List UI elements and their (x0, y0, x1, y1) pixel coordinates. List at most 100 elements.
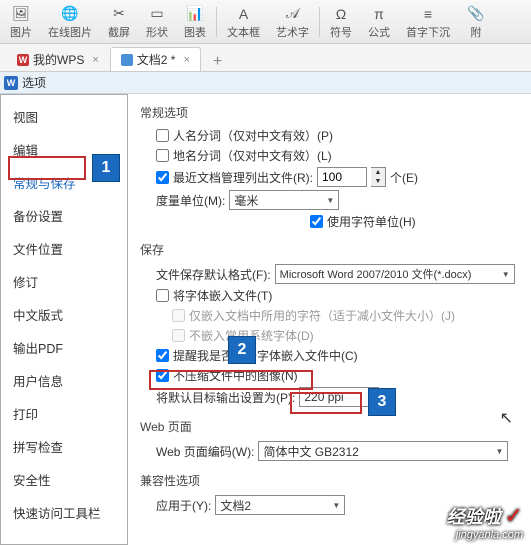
sidebar-item-user-info[interactable]: 用户信息 (1, 367, 127, 394)
chevron-down-icon[interactable]: ▼ (371, 177, 385, 186)
tool-dropcap[interactable]: ≡首字下沉 (400, 2, 456, 42)
tab-label: 文档2 * (137, 51, 176, 68)
options-header: W 选项 (0, 72, 531, 94)
label-recent-docs: 最近文档管理列出文件(R): (173, 169, 313, 186)
options-title: 选项 (22, 74, 46, 91)
tool-wordart[interactable]: 𝒜艺术字 (270, 2, 315, 42)
sidebar-item-backup[interactable]: 备份设置 (1, 202, 127, 229)
pi-icon: π (369, 4, 389, 24)
step-badge-3: 3 (368, 388, 396, 416)
label-embed-used-only: 仅嵌入文档中所用的字符（适于减小文件大小）(J) (189, 307, 455, 324)
checkbox-embed-fonts[interactable] (156, 289, 169, 302)
watermark-url: jingyanla.com (447, 529, 523, 541)
chevron-up-icon[interactable]: ▲ (371, 168, 385, 177)
textbox-icon: A (234, 4, 254, 24)
separator (216, 7, 217, 37)
close-icon[interactable]: × (183, 54, 189, 66)
tab-add-button[interactable]: + (201, 53, 234, 71)
sidebar-item-spellcheck[interactable]: 拼写检查 (1, 433, 127, 460)
sidebar-item-cn-layout[interactable]: 中文版式 (1, 301, 127, 328)
group-general: 常规选项 人名分词（仅对中文有效）(P) 地名分词（仅对中文有效）(L) 最近文… (140, 104, 523, 233)
options-body: 视图 编辑 常规与保存 备份设置 文件位置 修订 中文版式 输出PDF 用户信息… (0, 94, 531, 545)
sidebar-item-export-pdf[interactable]: 输出PDF (1, 334, 127, 361)
document-tabs: W 我的WPS × 文档2 * × + (0, 44, 531, 72)
tab-document[interactable]: 文档2 * × (110, 47, 201, 71)
group-title: 常规选项 (140, 104, 523, 121)
dropcap-icon: ≡ (418, 4, 438, 24)
chevron-down-icon: ▼ (502, 270, 510, 279)
group-save: 保存 文件保存默认格式(F): Microsoft Word 2007/2010… (140, 241, 523, 410)
label-default-format: 文件保存默认格式(F): (156, 266, 271, 283)
chevron-down-icon: ▼ (496, 447, 504, 456)
label-remind: 提醒我是否将云字体嵌入文件中(C) (173, 347, 358, 364)
chart-icon: 📊 (185, 4, 205, 24)
watermark-brand: 经验啦 (447, 507, 501, 527)
checkbox-recent-docs[interactable] (156, 171, 169, 184)
label-char-unit: 使用字符单位(H) (327, 213, 416, 230)
watermark: 经验啦 ✓ jingyanla.com (447, 503, 523, 541)
separator (319, 7, 320, 37)
group-title: 保存 (140, 241, 523, 258)
checkbox-place-split[interactable] (156, 149, 169, 162)
sidebar-item-security[interactable]: 安全性 (1, 466, 127, 493)
sidebar-item-file-location[interactable]: 文件位置 (1, 235, 127, 262)
tool-textbox[interactable]: A文本框 (221, 2, 266, 42)
sidebar-item-print[interactable]: 打印 (1, 400, 127, 427)
scissors-icon: ✂ (109, 4, 129, 24)
checkbox-char-unit[interactable] (310, 215, 323, 228)
label-embed-fonts: 将字体嵌入文件(T) (173, 287, 272, 304)
omega-icon: Ω (331, 4, 351, 24)
tool-attach[interactable]: 📎附 (460, 2, 492, 42)
shape-icon: ▭ (147, 4, 167, 24)
tool-shape[interactable]: ▭形状 (140, 2, 174, 42)
combo-measure-unit[interactable]: 毫米▼ (229, 190, 339, 210)
wps-logo-icon: W (17, 54, 29, 66)
step-badge-2: 2 (228, 336, 256, 364)
input-recent-docs-count[interactable] (317, 167, 367, 187)
group-web: Web 页面 Web 页面编码(W): 简体中文 GB2312▼ (140, 418, 523, 464)
tool-online-image[interactable]: 🌐在线图片 (42, 2, 98, 42)
chevron-down-icon: ▼ (332, 501, 340, 510)
sidebar-item-revision[interactable]: 修订 (1, 268, 127, 295)
label-no-compress: 不压缩文件中的图像(N) (173, 367, 298, 384)
label-unit: 个(E) (390, 169, 418, 186)
tool-image[interactable]: 🖼图片 (4, 2, 38, 42)
tool-equation[interactable]: π公式 (362, 2, 396, 42)
label-measure: 度量单位(M): (156, 192, 225, 209)
attach-icon: 📎 (466, 4, 486, 24)
label-name-split: 人名分词（仅对中文有效）(P) (173, 127, 333, 144)
check-icon: ✓ (505, 503, 523, 528)
spinner[interactable]: ▲▼ (371, 167, 386, 187)
image-icon: 🖼 (11, 4, 31, 24)
combo-default-format[interactable]: Microsoft Word 2007/2010 文件(*.docx)▼ (275, 264, 515, 284)
label-web-encoding: Web 页面编码(W): (156, 443, 254, 460)
sidebar-item-quick-access[interactable]: 快速访问工具栏 (1, 499, 127, 526)
checkbox-remind-cloud-font[interactable] (156, 349, 169, 362)
chevron-down-icon: ▼ (326, 196, 334, 205)
combo-apply-to[interactable]: 文档2▼ (215, 495, 345, 515)
tool-chart[interactable]: 📊图表 (178, 2, 212, 42)
checkbox-embed-used-only (172, 309, 185, 322)
globe-icon: 🌐 (60, 4, 80, 24)
label-apply-to: 应用于(Y): (156, 497, 211, 514)
group-title: Web 页面 (140, 418, 523, 435)
combo-web-encoding[interactable]: 简体中文 GB2312▼ (258, 441, 508, 461)
label-place-split: 地名分词（仅对中文有效）(L) (173, 147, 332, 164)
app-icon: W (4, 76, 18, 90)
checkbox-no-embed-common (172, 329, 185, 342)
doc-icon (121, 54, 133, 66)
checkbox-name-split[interactable] (156, 129, 169, 142)
tab-mywps[interactable]: W 我的WPS × (6, 47, 110, 71)
close-icon[interactable]: × (92, 54, 98, 66)
options-content: 常规选项 人名分词（仅对中文有效）(P) 地名分词（仅对中文有效）(L) 最近文… (128, 94, 531, 545)
group-title: 兼容性选项 (140, 472, 523, 489)
tab-label: 我的WPS (33, 51, 84, 68)
checkbox-no-compress-images[interactable] (156, 369, 169, 382)
mouse-cursor-icon: ↖ (500, 408, 513, 428)
tool-symbol[interactable]: Ω符号 (324, 2, 358, 42)
wordart-icon: 𝒜 (283, 4, 303, 24)
tool-screenshot[interactable]: ✂截屏 (102, 2, 136, 42)
sidebar-item-view[interactable]: 视图 (1, 103, 127, 130)
ribbon-toolbar: 🖼图片 🌐在线图片 ✂截屏 ▭形状 📊图表 A文本框 𝒜艺术字 Ω符号 π公式 … (0, 0, 531, 44)
label-target-output: 将默认目标输出设置为(P): (156, 389, 295, 406)
